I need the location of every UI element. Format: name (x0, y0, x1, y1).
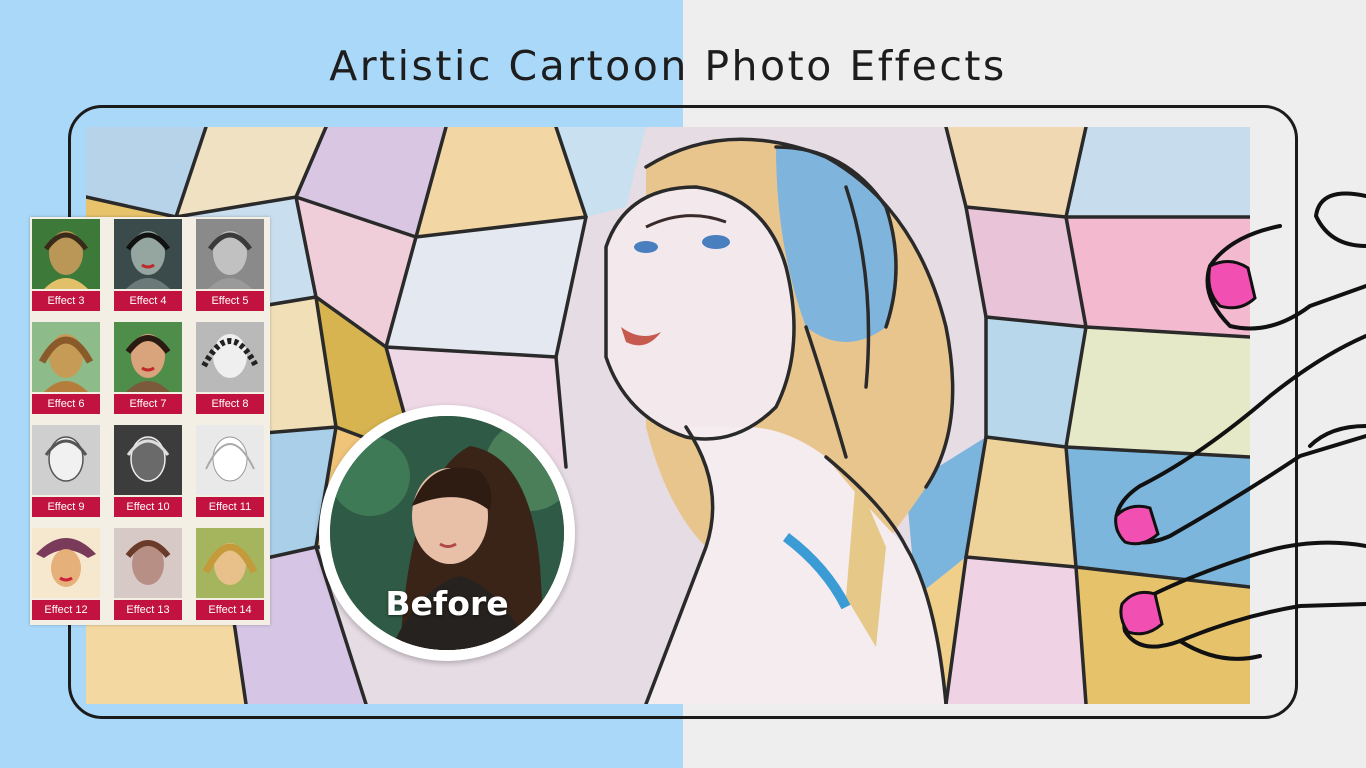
effect-tile[interactable]: Effect 14 (196, 528, 264, 620)
effect-tile[interactable]: Effect 13 (114, 528, 182, 620)
effect-tile[interactable]: Effect 8 (196, 322, 264, 414)
effect-label: Effect 14 (196, 600, 264, 620)
before-label: Before (385, 584, 509, 623)
effect-thumbnail (32, 528, 100, 598)
effect-thumbnail (32, 219, 100, 289)
effect-thumbnail (196, 322, 264, 392)
effect-thumbnail (114, 219, 182, 289)
effect-thumbnail (196, 425, 264, 495)
effect-label: Effect 6 (32, 394, 100, 414)
headline-title: Artistic Cartoon Photo Effects (329, 42, 1007, 90)
effect-label: Effect 3 (32, 291, 100, 311)
effect-label: Effect 5 (196, 291, 264, 311)
effect-label: Effect 7 (114, 394, 182, 414)
effect-tile[interactable]: Effect 3 (32, 219, 100, 311)
effect-label: Effect 10 (114, 497, 182, 517)
effect-thumbnail (32, 322, 100, 392)
effect-thumbnail (114, 528, 182, 598)
effect-tile[interactable]: Effect 9 (32, 425, 100, 517)
effect-thumbnail (32, 425, 100, 495)
effect-thumbnail (196, 219, 264, 289)
effect-label: Effect 8 (196, 394, 264, 414)
before-preview-badge[interactable]: Before (319, 405, 575, 661)
effect-tile[interactable]: Effect 12 (32, 528, 100, 620)
effect-tile[interactable]: Effect 5 (196, 219, 264, 311)
effect-label: Effect 11 (196, 497, 264, 517)
effect-label: Effect 13 (114, 600, 182, 620)
effect-label: Effect 4 (114, 291, 182, 311)
effect-tile[interactable]: Effect 6 (32, 322, 100, 414)
effect-tile[interactable]: Effect 4 (114, 219, 182, 311)
effect-tile[interactable]: Effect 10 (114, 425, 182, 517)
effects-panel: Effect 3 Effect 4 Effect 5 Effect 6 Effe… (30, 217, 270, 625)
effect-tile[interactable]: Effect 7 (114, 322, 182, 414)
effect-thumbnail (114, 322, 182, 392)
effect-label: Effect 12 (32, 600, 100, 620)
original-photo: Before (330, 416, 564, 650)
headline: Artistic Cartoon Photo Effects (0, 38, 1366, 94)
effect-label: Effect 9 (32, 497, 100, 517)
effect-thumbnail (114, 425, 182, 495)
effect-thumbnail (196, 528, 264, 598)
effect-tile[interactable]: Effect 11 (196, 425, 264, 517)
